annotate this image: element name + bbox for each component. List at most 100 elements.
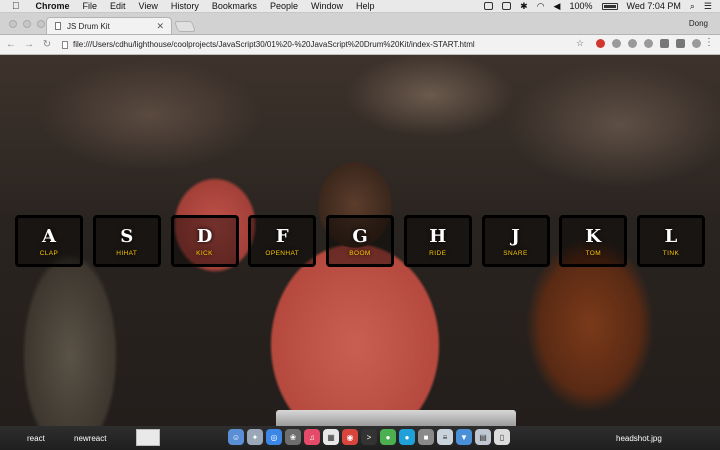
drum-key-a[interactable]: A clap <box>15 215 83 267</box>
app-status-icon[interactable] <box>502 2 512 10</box>
url-text: file:///Users/cdhu/lighthouse/coolprojec… <box>73 40 475 49</box>
sound-name: openhat <box>265 250 300 257</box>
drum-key-f[interactable]: F openhat <box>248 215 317 267</box>
drum-keys: A clap S hihat D kick F openhat G boom H… <box>15 215 705 267</box>
app-menu: Chrome File Edit View History Bookmarks … <box>36 1 388 11</box>
key-letter: G <box>352 226 368 247</box>
file-icon <box>62 40 68 49</box>
safari-icon[interactable]: ◎ <box>266 429 282 445</box>
clock[interactable]: Wed 7:04 PM <box>627 1 681 11</box>
key-letter: J <box>511 226 520 247</box>
menu-chrome[interactable]: Chrome <box>36 1 70 11</box>
sound-name: kick <box>196 250 213 257</box>
new-tab-button[interactable] <box>173 21 197 32</box>
macos-menu-bar:  Chrome File Edit View History Bookmark… <box>0 0 720 13</box>
tab-title: JS Drum Kit <box>67 21 110 31</box>
drum-key-d[interactable]: D kick <box>170 215 239 267</box>
drum-key-s[interactable]: S hihat <box>92 215 161 267</box>
finder-icon[interactable]: ☺ <box>228 429 244 445</box>
desktop-folder-react[interactable]: react <box>27 434 45 443</box>
app-green-icon[interactable]: ● <box>380 429 396 445</box>
extension-circle-icon[interactable] <box>692 39 701 48</box>
dock-apps: ☺ ✦ ◎ ❀ ♫ ▦ ◉ > ● ● ■ ≡ ▼ ▤ ▯ <box>228 429 510 445</box>
sound-name: snare <box>503 250 528 257</box>
sound-name: ride <box>429 250 447 257</box>
trash-icon[interactable]: ▯ <box>494 429 510 445</box>
desktop-file-thumbnail[interactable] <box>136 429 160 446</box>
battery-percent[interactable]: 100% <box>569 1 592 11</box>
dj-deck <box>276 410 516 426</box>
browser-toolbar: ← → ↻ file:///Users/cdhu/lighthouse/cool… <box>0 35 720 55</box>
bluetooth-icon[interactable]: ✱ <box>520 1 528 12</box>
sound-name: tink <box>662 250 680 257</box>
sound-name: tom <box>585 250 602 257</box>
terminal-icon[interactable]: > <box>361 429 377 445</box>
drum-key-k[interactable]: K tom <box>559 215 628 267</box>
menu-history[interactable]: History <box>171 1 199 11</box>
back-arrow-icon[interactable]: ← <box>4 39 18 50</box>
page-background: A clap S hihat D kick F openhat G boom H… <box>0 55 720 426</box>
extension-gray-icon[interactable] <box>628 39 637 48</box>
dock: react newreact ☺ ✦ ◎ ❀ ♫ ▦ ◉ > ● ● ■ ≡ ▼… <box>0 426 720 450</box>
menu-bookmarks[interactable]: Bookmarks <box>212 1 257 11</box>
menu-people[interactable]: People <box>270 1 298 11</box>
key-letter: H <box>429 226 447 247</box>
search-icon[interactable]: ⌕ <box>690 1 695 12</box>
profile-name[interactable]: Dong <box>689 19 708 28</box>
key-letter: K <box>585 226 602 247</box>
extension-red-icon[interactable] <box>596 39 605 48</box>
drum-key-h[interactable]: H ride <box>403 215 472 267</box>
extension-square-icon[interactable] <box>660 39 669 48</box>
menu-edit[interactable]: Edit <box>110 1 126 11</box>
close-tab-icon[interactable]: ✕ <box>156 21 164 32</box>
volume-icon[interactable]: ◀ <box>554 1 561 12</box>
sound-name: boom <box>349 250 371 257</box>
window-controls <box>9 20 45 28</box>
key-letter: S <box>120 226 134 247</box>
dropbox-icon[interactable] <box>484 2 494 10</box>
menu-view[interactable]: View <box>139 1 158 11</box>
downloads-folder-icon[interactable]: ▼ <box>456 429 472 445</box>
wifi-icon[interactable]: ◠ <box>537 1 545 12</box>
desktop-folder-newreact[interactable]: newreact <box>74 434 106 443</box>
document-icon[interactable]: ≡ <box>437 429 453 445</box>
bookmark-star-icon[interactable]: ☆ <box>576 38 584 49</box>
launchpad-icon[interactable]: ✦ <box>247 429 263 445</box>
photos-app-icon[interactable]: ❀ <box>285 429 301 445</box>
drum-key-l[interactable]: L tink <box>637 215 705 267</box>
extension-box-icon[interactable] <box>676 39 685 48</box>
app-gray-icon[interactable]: ■ <box>418 429 434 445</box>
apple-menu-icon[interactable]:  <box>12 1 20 12</box>
key-letter: D <box>196 226 213 247</box>
menu-file[interactable]: File <box>83 1 98 11</box>
battery-icon[interactable] <box>601 2 618 10</box>
tab-strip: JS Drum Kit ✕ Dong <box>0 13 720 35</box>
forward-arrow-icon[interactable]: → <box>22 39 36 50</box>
drum-key-j[interactable]: J snare <box>481 215 550 267</box>
extension-puzzle-icon[interactable] <box>644 39 653 48</box>
extension-shield-icon[interactable] <box>612 39 621 48</box>
app-blue-icon[interactable]: ● <box>399 429 415 445</box>
calendar-icon[interactable]: ▦ <box>323 429 339 445</box>
stack-icon[interactable]: ▤ <box>475 429 491 445</box>
page-icon <box>55 22 61 30</box>
menu-help[interactable]: Help <box>356 1 375 11</box>
key-letter: F <box>275 226 289 247</box>
close-window-button[interactable] <box>9 20 17 28</box>
reload-icon[interactable]: ↻ <box>40 39 54 50</box>
itunes-icon[interactable]: ♫ <box>304 429 320 445</box>
minimize-window-button[interactable] <box>23 20 31 28</box>
address-bar[interactable]: file:///Users/cdhu/lighthouse/coolprojec… <box>62 37 592 52</box>
chrome-icon[interactable]: ◉ <box>342 429 358 445</box>
drum-key-g[interactable]: G boom <box>326 215 394 267</box>
key-letter: L <box>664 226 678 247</box>
status-area: ✱ ◠ ◀ 100% Wed 7:04 PM ⌕ ☰ <box>484 0 712 12</box>
key-letter: A <box>42 226 56 247</box>
chrome-menu-icon[interactable]: ⋮ <box>704 37 714 48</box>
tab-js-drum-kit[interactable]: JS Drum Kit ✕ <box>46 17 172 34</box>
zoom-window-button[interactable] <box>37 20 45 28</box>
desktop-file-headshot[interactable]: headshot.jpg <box>616 434 662 443</box>
notification-center-icon[interactable]: ☰ <box>704 1 712 12</box>
sound-name: clap <box>39 250 59 257</box>
menu-window[interactable]: Window <box>311 1 343 11</box>
